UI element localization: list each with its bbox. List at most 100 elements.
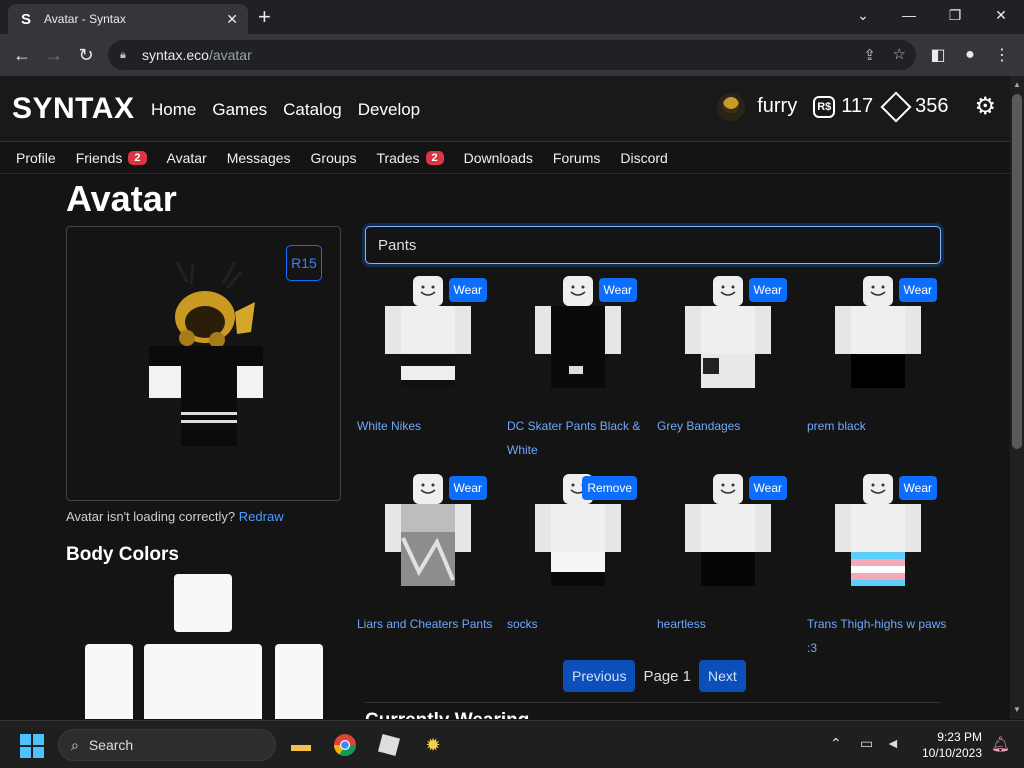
restore-button[interactable]: ❐ <box>932 0 978 30</box>
wear-button[interactable]: Wear <box>598 278 637 302</box>
site-header: SYNTAX Home Games Catalog Develop furry … <box>0 76 1010 142</box>
user-avatar[interactable] <box>717 92 746 121</box>
site-logo[interactable]: SYNTAX <box>12 92 134 126</box>
subnav-avatar[interactable]: Avatar <box>167 150 207 166</box>
scroll-up-icon[interactable]: ▲ <box>1010 78 1024 92</box>
nav-home[interactable]: Home <box>151 100 196 120</box>
item-card[interactable]: Remove socks <box>507 472 647 662</box>
chrome-icon[interactable] <box>332 732 358 758</box>
tix-count[interactable]: 356 <box>915 95 948 118</box>
avatar-render <box>149 262 263 446</box>
wear-button[interactable]: Wear <box>748 278 787 302</box>
forward-icon[interactable]: → <box>42 43 66 67</box>
remove-button[interactable]: Remove <box>582 476 637 500</box>
main-nav: Home Games Catalog Develop <box>151 100 420 120</box>
item-name-link[interactable]: Liars and Cheaters Pants <box>357 612 497 636</box>
volume-icon[interactable]: ◄ <box>886 735 900 751</box>
side-panel-icon[interactable]: ◧ <box>926 43 950 67</box>
body-color-head[interactable] <box>174 574 232 632</box>
wear-button[interactable]: Wear <box>898 278 937 302</box>
tab-title: Avatar - Syntax <box>44 12 126 26</box>
search-icon: ⌕ <box>71 736 79 753</box>
item-card[interactable]: Wear Liars and Cheaters Pants <box>357 472 497 662</box>
network-icon[interactable]: ▭ <box>860 735 873 752</box>
share-icon[interactable]: ⇪ <box>863 46 876 64</box>
item-name-link[interactable]: heartless <box>657 612 797 636</box>
body-color-torso[interactable] <box>144 644 262 719</box>
previous-page-button[interactable]: Previous <box>563 660 636 692</box>
subnav-messages[interactable]: Messages <box>227 150 291 166</box>
close-window-button[interactable]: ✕ <box>978 0 1024 30</box>
file-explorer-icon[interactable]: ▬ <box>288 732 314 758</box>
wear-button[interactable]: Wear <box>748 476 787 500</box>
subnav-friends[interactable]: Friends 2 <box>76 150 147 166</box>
menu-kebab-icon[interactable]: ⋮ <box>990 43 1014 67</box>
item-card[interactable]: Wear prem black <box>807 274 947 464</box>
subnav-profile[interactable]: Profile <box>16 150 56 166</box>
scroll-down-icon[interactable]: ▼ <box>1010 703 1024 717</box>
subnav-discord[interactable]: Discord <box>620 150 667 166</box>
minimize-button[interactable]: — <box>886 0 932 30</box>
item-card[interactable]: Wear White Nikes <box>357 274 497 464</box>
url-path: /avatar <box>208 47 252 63</box>
bee-app-icon[interactable]: ✹ <box>420 732 446 758</box>
tix-icon <box>880 90 912 123</box>
item-card[interactable]: Wear heartless <box>657 472 797 662</box>
nav-catalog[interactable]: Catalog <box>283 100 342 120</box>
page-scrollbar[interactable]: ▲ ▼ <box>1010 76 1024 719</box>
clock-time: 9:23 PM <box>937 730 982 744</box>
friends-badge: 2 <box>128 150 147 165</box>
item-name-link[interactable]: Grey Bandages <box>657 414 797 438</box>
taskbar-search[interactable]: ⌕ Search <box>58 729 276 761</box>
item-name-link[interactable]: DC Skater Pants Black & White <box>507 414 647 462</box>
subnav-groups[interactable]: Groups <box>311 150 357 166</box>
nav-games[interactable]: Games <box>212 100 267 120</box>
trades-badge: 2 <box>425 150 444 165</box>
item-card[interactable]: Wear Trans Thigh-highs w paws :3 <box>807 472 947 662</box>
redraw-link[interactable]: Redraw <box>239 509 284 524</box>
address-bar[interactable]: 🔒︎ syntax.eco /avatar ⇪ ☆ <box>108 40 916 70</box>
roblox-icon[interactable] <box>376 732 402 758</box>
browser-tab[interactable]: S Avatar - Syntax ✕ <box>8 4 248 34</box>
robux-count[interactable]: 117 <box>841 95 873 118</box>
body-color-right-arm[interactable] <box>85 644 133 719</box>
next-page-button[interactable]: Next <box>699 660 746 692</box>
nav-develop[interactable]: Develop <box>358 100 420 120</box>
username[interactable]: furry <box>757 95 797 118</box>
pagination: Previous Page 1 Next <box>563 660 746 692</box>
page-title: Avatar <box>66 178 177 219</box>
scrollbar-thumb[interactable] <box>1012 94 1022 449</box>
subnav-forums[interactable]: Forums <box>553 150 600 166</box>
browser-tab-strip: S Avatar - Syntax ✕ + ⌄ — ❐ ✕ <box>0 0 1024 34</box>
site-favicon-icon: S <box>20 10 31 28</box>
robux-icon: R$ <box>813 95 836 118</box>
subnav-downloads[interactable]: Downloads <box>464 150 533 166</box>
reload-icon[interactable]: ↻ <box>74 43 98 67</box>
item-card[interactable]: Wear Grey Bandages <box>657 274 797 464</box>
gear-icon[interactable]: ⚙ <box>974 92 996 121</box>
tray-chevron-icon[interactable]: ⌃ <box>830 735 842 752</box>
windows-start-icon[interactable] <box>20 734 44 758</box>
bookmark-star-icon[interactable]: ☆ <box>893 45 906 63</box>
profile-icon[interactable]: ● <box>958 43 982 67</box>
item-search-input[interactable]: Pants <box>365 226 941 264</box>
new-tab-button[interactable]: + <box>258 5 271 29</box>
item-name-link[interactable]: White Nikes <box>357 414 497 438</box>
item-name-link[interactable]: prem black <box>807 414 947 438</box>
r15-toggle-button[interactable]: R15 <box>286 245 322 281</box>
subnav-trades[interactable]: Trades 2 <box>376 150 444 166</box>
tab-search-icon[interactable]: ⌄ <box>840 0 886 30</box>
notification-bell-icon[interactable]: 🔔︎ <box>991 735 1010 753</box>
wear-button[interactable]: Wear <box>448 476 487 500</box>
item-name-link[interactable]: socks <box>507 612 647 636</box>
wear-button[interactable]: Wear <box>448 278 487 302</box>
item-card[interactable]: Wear DC Skater Pants Black & White <box>507 274 647 464</box>
body-color-left-arm[interactable] <box>275 644 323 719</box>
page-indicator: Page 1 <box>643 667 692 685</box>
wear-button[interactable]: Wear <box>898 476 937 500</box>
system-clock[interactable]: 9:23 PM 10/10/2023 <box>922 729 982 761</box>
back-icon[interactable]: ← <box>10 43 34 67</box>
loading-note: Avatar isn't loading correctly? Redraw <box>66 509 284 524</box>
close-tab-icon[interactable]: ✕ <box>226 11 238 28</box>
item-name-link[interactable]: Trans Thigh-highs w paws :3 <box>807 612 947 660</box>
